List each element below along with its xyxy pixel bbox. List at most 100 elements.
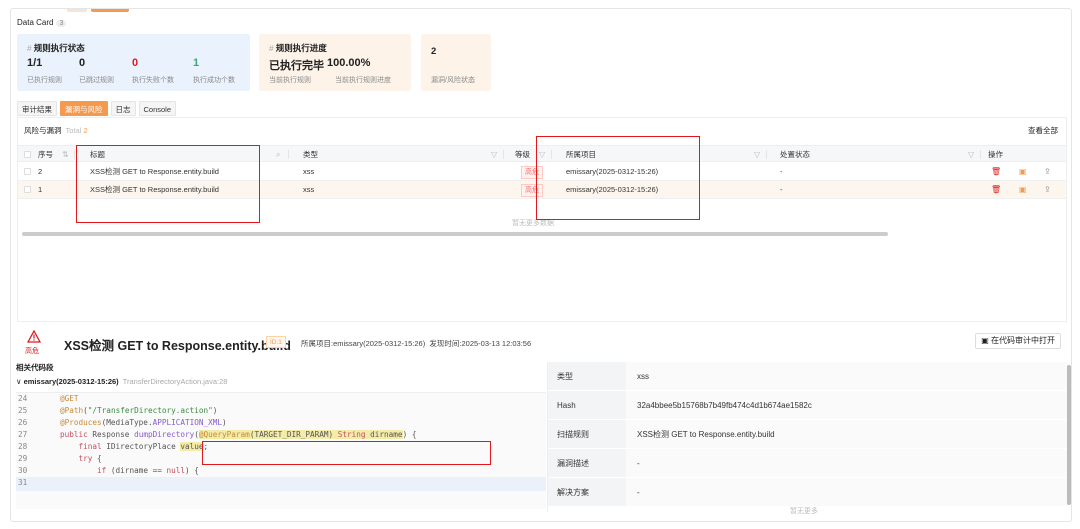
- severity-label: 高危: [25, 348, 39, 355]
- prop-row: 解决方案 -: [548, 478, 1068, 507]
- data-card-count: 3: [56, 20, 67, 27]
- failed-count-label: 执行失败个数: [132, 77, 174, 84]
- tab-vulns-risks[interactable]: 漏洞与风险: [60, 101, 108, 116]
- tab-console[interactable]: Console: [138, 101, 177, 116]
- progress-label: 当前执行规则进度: [335, 77, 391, 84]
- risk-total: 2: [83, 126, 88, 135]
- risk-table-heading: 风险与漏洞 Total 2: [24, 126, 88, 135]
- view-all-link[interactable]: 查看全部: [1028, 125, 1058, 136]
- warning-icon: [27, 330, 41, 343]
- risk-table-panel: 风险与漏洞 Total 2 查看全部 序号 ⇅ 标题 ⌕ 类型 ▽ 等级 ▽ 所属…: [17, 117, 1067, 322]
- search-icon[interactable]: ⌕: [276, 146, 280, 163]
- col-level: 等级: [515, 150, 530, 159]
- row-level: 高危: [521, 181, 543, 198]
- card-title: # 规则执行进度: [269, 43, 327, 53]
- terminal-icon[interactable]: ▣: [1019, 163, 1027, 180]
- delete-icon[interactable]: 🗑: [991, 163, 1001, 180]
- terminal-icon: ▣: [981, 336, 989, 345]
- code-line: 25 @Path("/TransferDirectory.action"): [18, 406, 218, 415]
- code-line: 26 @Produces(MediaType.APPLICATION_XML): [18, 418, 227, 427]
- code-line: 24 @GET: [18, 394, 79, 403]
- failed-count-value: 0: [132, 57, 139, 69]
- row-project: emissary(2025-0312-15:26): [566, 185, 659, 194]
- col-status: 处置状态: [780, 150, 810, 159]
- prop-row: Hash 32a4bbee5b15768b7b49fb474c4d1b674ae1…: [548, 391, 1068, 420]
- card-rule-progress: # 规则执行进度 已执行完毕 100.00% 当前执行规则 当前执行规则进度: [259, 34, 411, 91]
- detail-meta: 所属项目:emissary(2025-0312-15:26) 发现时间:2025…: [301, 339, 532, 348]
- card-vuln-status: 2 漏洞/风险状态: [421, 34, 491, 91]
- chevron-down-icon: ∨: [16, 377, 22, 386]
- row-title[interactable]: XSS检测 GET to Response.entity.build: [90, 181, 219, 198]
- current-rule-value: 已执行完毕: [269, 60, 324, 72]
- card-rule-status: # 规则执行状态 1/1 0 0 1 已执行规则 已跳过规则 执行失败个数 执行成…: [17, 34, 250, 91]
- tab-bar: 审计结果 漏洞与风险 日志 Console: [17, 101, 177, 117]
- horizontal-scrollbar[interactable]: [22, 232, 888, 236]
- row-checkbox[interactable]: [24, 186, 31, 193]
- row-type: xss: [303, 185, 315, 194]
- select-all-checkbox[interactable]: [24, 151, 31, 158]
- vuln-status-label: 漏洞/风险状态: [431, 77, 475, 84]
- card-title: # 规则执行状态: [27, 43, 85, 53]
- executed-rules-value: 1/1: [27, 57, 43, 69]
- prop-row: 扫描规则 XSS检测 GET to Response.entity.build: [548, 420, 1068, 449]
- no-more: 暂无更多: [790, 508, 818, 515]
- current-rule-label: 当前执行规则: [269, 77, 311, 84]
- filter-icon[interactable]: ▽: [754, 146, 760, 163]
- filter-icon[interactable]: ▽: [968, 146, 974, 163]
- col-project: 所属项目: [566, 150, 596, 159]
- row-level: 高危: [521, 163, 543, 180]
- top-tab-indicator[interactable]: [67, 9, 87, 12]
- prop-row: 类型 xss: [548, 362, 1068, 391]
- row-status: -: [780, 185, 783, 194]
- col-type: 类型: [303, 150, 318, 159]
- table-header: 序号 ⇅ 标题 ⌕ 类型 ▽ 等级 ▽ 所属项目 ▽ 处置状态 ▽ 操作: [18, 145, 1066, 162]
- tab-audit-results[interactable]: 审计结果: [17, 101, 57, 116]
- no-more-data: 暂无更多数据: [512, 220, 554, 227]
- upload-icon[interactable]: ⇪: [1044, 181, 1051, 198]
- id-tag: ID:1: [266, 336, 286, 348]
- table-row[interactable]: 2 XSS检测 GET to Response.entity.build xss…: [18, 163, 1066, 181]
- progress-value: 100.00%: [327, 57, 371, 69]
- code-heading: 相关代码段: [16, 363, 54, 372]
- skipped-rules-value: 0: [79, 57, 86, 69]
- code-line: 28 final IDirectoryPlace value;: [18, 442, 209, 451]
- skipped-rules-label: 已跳过规则: [79, 77, 114, 84]
- open-in-code-audit-button[interactable]: ▣ 在代码审计中打开: [975, 333, 1061, 349]
- detail-header: 高危 XSS检测 GET to Response.entity.build ID…: [17, 327, 1067, 357]
- row-type: xss: [303, 167, 315, 176]
- executed-rules-label: 已执行规则: [27, 77, 62, 84]
- col-title: 标题: [90, 150, 105, 159]
- code-line: 27 public Response dumpDirectory(@QueryPa…: [18, 430, 417, 439]
- success-count-label: 执行成功个数: [193, 77, 235, 84]
- row-index: 2: [38, 167, 43, 176]
- row-checkbox[interactable]: [24, 168, 31, 175]
- row-index: 1: [38, 185, 43, 194]
- table-row-selected[interactable]: 1 XSS检测 GET to Response.entity.build xss…: [18, 181, 1066, 199]
- vuln-count: 2: [431, 46, 437, 57]
- tab-logs[interactable]: 日志: [110, 101, 136, 116]
- prop-row: 漏洞描述 -: [548, 449, 1068, 478]
- row-title[interactable]: XSS检测 GET to Response.entity.build: [90, 163, 219, 180]
- delete-icon[interactable]: 🗑: [991, 181, 1001, 198]
- vuln-title: XSS检测 GET to Response.entity.build: [64, 339, 291, 353]
- col-index[interactable]: 序号: [38, 146, 53, 161]
- vertical-scrollbar[interactable]: [1067, 365, 1071, 505]
- row-status: -: [780, 167, 783, 176]
- filter-icon[interactable]: ▽: [539, 146, 545, 163]
- properties-panel: 类型 xss Hash 32a4bbee5b15768b7b49fb474c4d1b…: [547, 362, 1068, 515]
- filter-icon[interactable]: ▽: [491, 146, 497, 163]
- data-card-title: Data Card 3: [17, 18, 67, 27]
- sort-icon[interactable]: ⇅: [62, 146, 69, 163]
- upload-icon[interactable]: ⇪: [1044, 163, 1051, 180]
- code-line: 29 try {: [18, 454, 102, 463]
- terminal-icon[interactable]: ▣: [1019, 181, 1027, 198]
- code-line-current[interactable]: 31: [16, 477, 546, 491]
- success-count-value: 1: [193, 57, 200, 69]
- col-actions: 操作: [988, 150, 1003, 159]
- top-tab-indicator-active[interactable]: [91, 9, 129, 12]
- code-file-path[interactable]: ∨ emissary(2025-0312-15:26) TransferDirec…: [16, 377, 227, 386]
- row-project: emissary(2025-0312-15:26): [566, 167, 659, 176]
- code-block: 24 @GET 25 @Path("/TransferDirectory.actio…: [16, 392, 546, 509]
- code-snippet-panel: 相关代码段 ∨ emissary(2025-0312-15:26) Transfe…: [16, 362, 546, 512]
- code-line: 30 if (dirname == null) {: [18, 466, 199, 475]
